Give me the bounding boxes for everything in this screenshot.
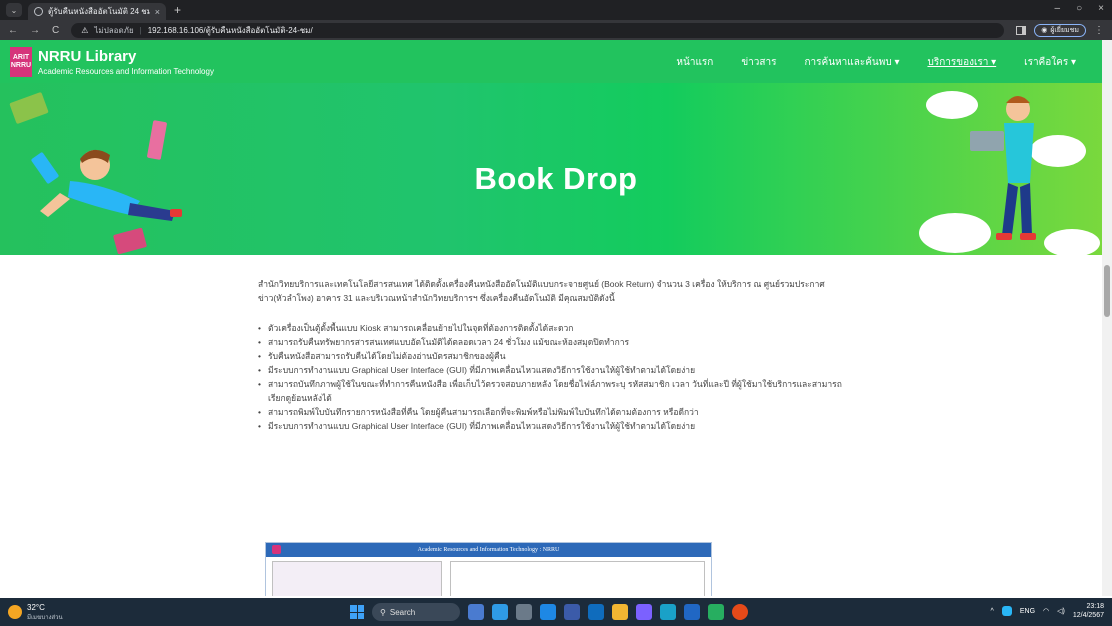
- logo-line1: ARIT: [12, 53, 30, 61]
- app-icon[interactable]: [540, 604, 556, 620]
- app-icon[interactable]: [684, 604, 700, 620]
- weather-sun-icon: [8, 605, 22, 619]
- main-content: สำนักวิทยบริการและเทคโนโลยีสารสนเทศ ได้ต…: [258, 277, 858, 433]
- app-icon[interactable]: [708, 604, 724, 620]
- tab-title: ตู้รับคืนหนังสืออัตโนมัติ 24 ชม. - NRRU: [48, 7, 150, 16]
- hero-title: Book Drop: [474, 161, 638, 196]
- sidepanel-icon[interactable]: [1016, 25, 1027, 35]
- list-item: สามารถพิมพ์ใบบันทึกรายการหนังสือที่คืน โ…: [258, 405, 858, 419]
- close-window-icon[interactable]: ×: [1098, 3, 1104, 14]
- embed-header: Academic Resources and Information Techn…: [266, 543, 711, 557]
- list-item: ตัวเครื่องเป็นตู้ตั้งพื้นแบบ Kiosk สามาร…: [258, 321, 858, 335]
- toolbar-right: ◉ ผู้เยี่ยมชม ⋮: [1016, 23, 1104, 37]
- clock[interactable]: 23:18 12/4/2567: [1073, 602, 1104, 620]
- search-icon: ⚲: [380, 607, 386, 617]
- browser-toolbar: ← → C ⚠ ไม่ปลอดภัย | 192.168.16.106/ตู้ร…: [0, 20, 1112, 40]
- language-indicator[interactable]: ENG: [1020, 608, 1035, 615]
- window-controls: – ○ ×: [1055, 3, 1104, 14]
- clock-date: 12/4/2567: [1072, 612, 1104, 619]
- site-favicon-icon: [34, 7, 43, 16]
- app-icon[interactable]: [564, 604, 580, 620]
- windows-taskbar: 32°C มีเมฆบางส่วน ⚲ Search ^ ENG ◠ ◁) 23…: [0, 598, 1112, 626]
- back-icon[interactable]: ←: [8, 25, 18, 36]
- temperature: 32°C: [27, 602, 45, 612]
- not-secure-label[interactable]: ไม่ปลอดภัย: [94, 24, 133, 37]
- tray-overflow-icon[interactable]: ^: [991, 608, 994, 615]
- new-tab-button[interactable]: +: [174, 3, 181, 17]
- volume-icon[interactable]: ◁): [1057, 607, 1065, 615]
- menu-item-services[interactable]: บริการของเรา ▾: [927, 55, 996, 70]
- widgets-app-icon[interactable]: [468, 604, 484, 620]
- wifi-icon[interactable]: ◠: [1043, 607, 1049, 615]
- more-menu-icon[interactable]: ⋮: [1094, 25, 1104, 36]
- browser-tab[interactable]: ตู้รับคืนหนังสืออัตโนมัติ 24 ชม. - NRRU …: [28, 3, 166, 20]
- store-app-icon[interactable]: [516, 604, 532, 620]
- menu-item-home[interactable]: หน้าแรก: [676, 55, 713, 70]
- book-icon: [9, 92, 49, 124]
- menu-item-search-discovery[interactable]: การค้นหาและค้นพบ ▾: [804, 55, 899, 70]
- maximize-icon[interactable]: ○: [1076, 3, 1082, 14]
- chevron-down-icon: ⌄: [10, 5, 18, 15]
- menu-item-about[interactable]: เราคือใคร ▾: [1024, 55, 1076, 70]
- not-secure-icon: ⚠: [81, 25, 89, 35]
- book-icon: [147, 120, 167, 160]
- windows-start-icon[interactable]: [350, 605, 364, 619]
- search-placeholder: Search: [389, 607, 416, 617]
- main-menu: หน้าแรก ข่าวสาร การค้นหาและค้นพบ ▾ บริกา…: [676, 55, 1076, 70]
- app-icon[interactable]: [660, 604, 676, 620]
- edge-app-icon[interactable]: [492, 604, 508, 620]
- site-navbar: ARIT NRRU NRRU Library Academic Resource…: [0, 40, 1112, 83]
- embedded-screenshot: Academic Resources and Information Techn…: [265, 542, 712, 596]
- weather-widget[interactable]: 32°C มีเมฆบางส่วน: [8, 603, 63, 622]
- address-bar[interactable]: ⚠ ไม่ปลอดภัย | 192.168.16.106/ตู้รับคืนห…: [71, 22, 1005, 38]
- list-item: สามารถรับคืนทรัพยากรสารสนเทศแบบอัตโนมัติ…: [258, 335, 858, 349]
- address-separator: |: [139, 25, 142, 35]
- weather-description: มีเมฆบางส่วน: [27, 614, 63, 621]
- menu-item-news[interactable]: ข่าวสาร: [741, 55, 776, 70]
- embed-logo-icon: [272, 545, 281, 554]
- profile-button[interactable]: ◉ ผู้เยี่ยมชม: [1034, 23, 1086, 37]
- list-item: สามารถบันทึกภาพผู้ใช้ในขณะที่ทำการคืนหนั…: [258, 377, 858, 405]
- app-icon[interactable]: [588, 604, 604, 620]
- app-icon[interactable]: [636, 604, 652, 620]
- reload-icon[interactable]: C: [52, 25, 59, 36]
- list-item: มีระบบการทำงานแบบ Graphical User Interfa…: [258, 419, 858, 433]
- clock-time: 23:18: [1086, 603, 1104, 610]
- url-text[interactable]: 192.168.16.106/ตู้รับคืนหนังสืออัตโนมัติ…: [148, 24, 313, 37]
- embed-header-text: Academic Resources and Information Techn…: [417, 547, 560, 553]
- file-explorer-icon[interactable]: [612, 604, 628, 620]
- profile-icon: ◉: [1041, 27, 1048, 34]
- list-item: มีระบบการทำงานแบบ Graphical User Interfa…: [258, 363, 858, 377]
- logo-line2: NRRU: [10, 61, 32, 69]
- brand[interactable]: NRRU Library Academic Resources and Info…: [38, 48, 214, 76]
- system-tray: ^ ENG ◠ ◁) 23:18 12/4/2567: [991, 602, 1104, 620]
- embed-body: [266, 557, 711, 596]
- tray-app-icon[interactable]: [1001, 606, 1012, 616]
- chrome-app-icon[interactable]: [732, 604, 748, 620]
- scrollbar-thumb[interactable]: [1104, 265, 1110, 317]
- tab-search-button[interactable]: ⌄: [6, 3, 22, 17]
- site-logo[interactable]: ARIT NRRU: [10, 46, 32, 77]
- minimize-icon[interactable]: –: [1055, 3, 1061, 14]
- book-icon: [113, 227, 147, 255]
- embed-left-panel: [272, 561, 442, 596]
- forward-icon[interactable]: →: [30, 25, 40, 36]
- browser-tab-bar: ⌄ ตู้รับคืนหนังสืออัตโนมัติ 24 ชม. - NRR…: [0, 0, 1112, 20]
- intro-paragraph: สำนักวิทยบริการและเทคโนโลยีสารสนเทศ ได้ต…: [258, 279, 825, 303]
- hero-banner: Book Drop: [0, 83, 1112, 255]
- taskbar-center: ⚲ Search: [350, 603, 748, 621]
- brand-title: NRRU Library: [38, 47, 137, 65]
- taskbar-search[interactable]: ⚲ Search: [372, 603, 460, 621]
- feature-list: ตัวเครื่องเป็นตู้ตั้งพื้นแบบ Kiosk สามาร…: [258, 321, 858, 433]
- embed-right-panel: [450, 561, 705, 596]
- page-scrollbar[interactable]: [1102, 40, 1112, 596]
- page-viewport: ARIT NRRU NRRU Library Academic Resource…: [0, 40, 1112, 596]
- brand-subtitle: Academic Resources and Information Techn…: [38, 66, 214, 76]
- tab-close-icon[interactable]: ×: [155, 7, 160, 17]
- profile-label: ผู้เยี่ยมชม: [1050, 26, 1079, 34]
- list-item: รับคืนหนังสือสามารถรับคืนได้โดยไม่ต้องอ่…: [258, 349, 858, 363]
